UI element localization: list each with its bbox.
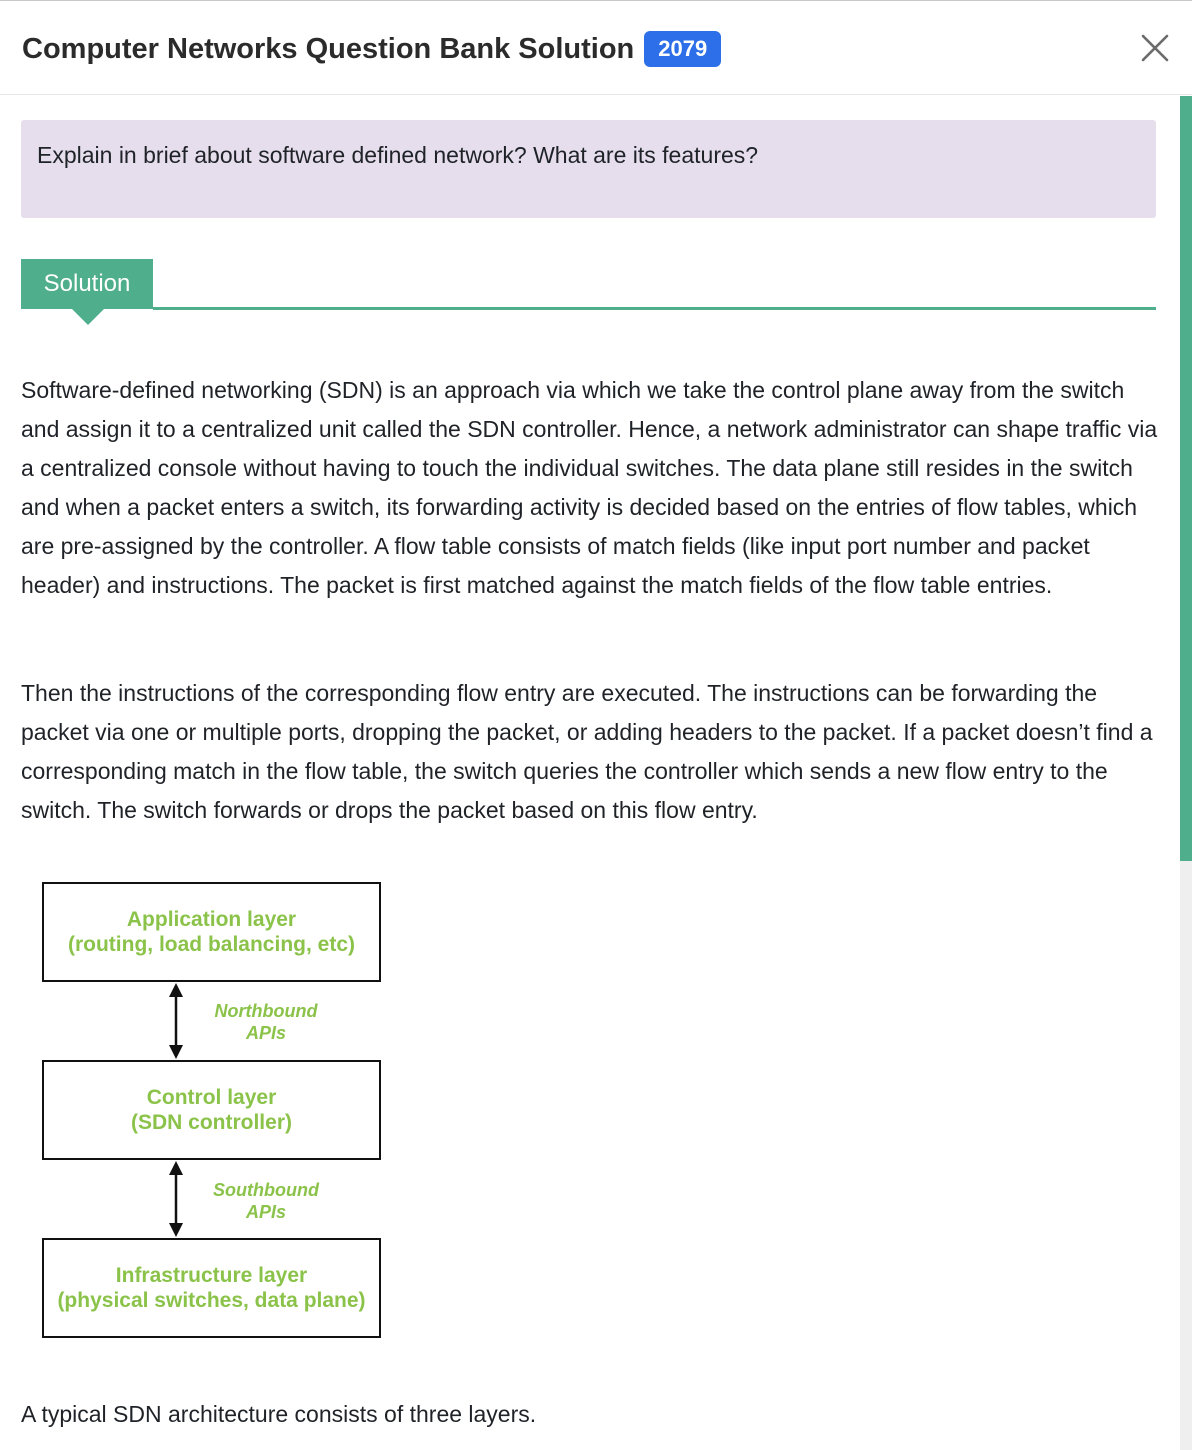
modal-title: Computer Networks Question Bank Solution… [22, 31, 722, 67]
solution-divider [153, 307, 1156, 310]
answer-paragraph-1: Software-defined networking (SDN) is an … [21, 377, 1158, 598]
infrastructure-layer-title: Infrastructure layer [115, 1264, 308, 1287]
diagram-caption: A typical SDN architecture consists of t… [21, 1401, 537, 1427]
scrollbar-thumb[interactable] [1180, 96, 1192, 861]
application-layer-detail: (routing, load balancing, etc) [67, 933, 355, 956]
close-button[interactable] [1138, 31, 1172, 65]
control-layer-box: Control layer (SDN controller) [42, 1060, 381, 1160]
modal-header: Computer Networks Question Bank Solution… [0, 1, 1192, 95]
solution-modal: Computer Networks Question Bank Solution… [0, 0, 1192, 1450]
control-layer-title: Control layer [146, 1086, 277, 1109]
solution-tab-pointer [72, 309, 104, 325]
northbound-line2: APIs [245, 1023, 287, 1043]
southbound-line2: APIs [245, 1202, 287, 1222]
modal-title-text: Computer Networks Question Bank Solution [22, 32, 635, 65]
application-layer-box: Application layer (routing, load balanci… [42, 882, 381, 982]
year-badge: 2079 [644, 31, 722, 67]
close-icon [1141, 34, 1169, 62]
southbound-apis-label: Southbound APIs [196, 1179, 336, 1223]
scrollbar-track[interactable] [1180, 96, 1192, 1450]
solution-tab: Solution [21, 259, 153, 309]
application-layer-title: Application layer [126, 908, 297, 931]
modal-body[interactable]: Explain in brief about software defined … [0, 96, 1192, 1450]
control-layer-detail: (SDN controller) [130, 1111, 292, 1134]
question-text: Explain in brief about software defined … [37, 142, 759, 168]
northbound-apis-label: Northbound APIs [196, 1000, 336, 1044]
question-box: Explain in brief about software defined … [21, 120, 1156, 218]
infrastructure-layer-box: Infrastructure layer (physical switches,… [42, 1238, 381, 1338]
solution-tab-label: Solution [43, 270, 131, 297]
northbound-arrow [169, 983, 183, 1059]
southbound-line1: Southbound [213, 1180, 319, 1200]
infrastructure-layer-detail: (physical switches, data plane) [57, 1289, 366, 1312]
northbound-line1: Northbound [214, 1001, 318, 1021]
southbound-arrow [169, 1161, 183, 1237]
answer-paragraph-2: Then the instructions of the correspondi… [21, 680, 1153, 823]
